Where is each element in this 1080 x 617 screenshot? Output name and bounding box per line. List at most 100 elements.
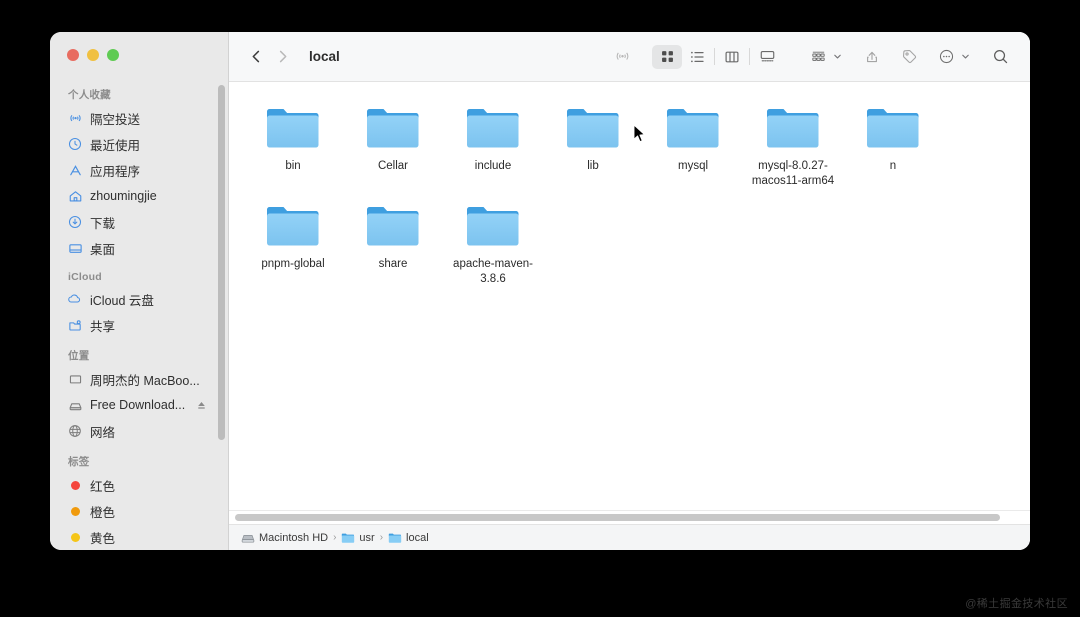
sidebar-item-label: 下载: [90, 216, 116, 231]
folder-icon: [364, 202, 422, 250]
sidebar-item-network[interactable]: 网络: [50, 418, 229, 444]
watermark: @稀土掘金技术社区: [965, 598, 1068, 610]
file-item[interactable]: lib: [543, 96, 643, 194]
sidebar-item-free-download[interactable]: Free Download...: [50, 392, 229, 418]
path-separator: ›: [333, 532, 337, 543]
path-segment-label: usr: [359, 531, 375, 544]
sidebar-section-locations-title: 位置: [68, 350, 90, 362]
group-by-button[interactable]: [804, 44, 832, 70]
clock-icon: [67, 136, 83, 152]
list-view-button[interactable]: [682, 45, 712, 69]
downloads-icon: [67, 214, 83, 230]
horizontal-scrollbar-thumb[interactable]: [235, 514, 1001, 521]
share-button[interactable]: [858, 44, 886, 70]
sidebar-item-label: 共享: [90, 319, 116, 334]
applications-icon: [67, 162, 83, 178]
file-item[interactable]: Cellar: [343, 96, 443, 194]
file-item[interactable]: bin: [243, 96, 343, 194]
sidebar-scrollbar[interactable]: [218, 85, 225, 440]
more-button[interactable]: [932, 44, 960, 70]
folder-icon: [864, 104, 922, 152]
sidebar-item-tag-orange[interactable]: 橙色: [50, 498, 229, 524]
file-item[interactable]: pnpm-global: [243, 194, 343, 292]
tag-dot-icon: [67, 477, 83, 493]
home-icon: [67, 188, 83, 204]
sidebar-item-label: 隔空投送: [90, 112, 141, 127]
forward-button[interactable]: [269, 44, 295, 70]
sidebar-section-icloud-title: iCloud: [68, 271, 102, 283]
laptop-icon: [67, 371, 83, 387]
file-item[interactable]: mysql: [643, 96, 743, 194]
folder-icon: [764, 104, 822, 152]
file-label: mysql: [677, 160, 709, 172]
sidebar-item-label: zhoumingjie: [90, 189, 157, 203]
shared-folder-icon: [67, 317, 83, 333]
file-label: n: [889, 160, 897, 172]
eject-icon[interactable]: [196, 400, 207, 411]
sidebar-section-tags-title: 标签: [68, 456, 90, 468]
airdrop-icon[interactable]: [608, 44, 636, 70]
desktop-icon: [67, 240, 83, 256]
sidebar-item-desktop[interactable]: 桌面: [50, 235, 229, 261]
file-label: lib: [587, 160, 599, 172]
icon-view-button[interactable]: [652, 44, 682, 69]
airdrop-icon: [67, 110, 83, 126]
file-label: include: [474, 160, 512, 172]
toolbar-divider: [749, 48, 750, 65]
file-item[interactable]: apache-maven-3.8.6: [443, 194, 543, 292]
sidebar-item-macbook[interactable]: 周明杰的 MacBoo...: [50, 366, 229, 392]
sidebar-item-shared[interactable]: 共享: [50, 312, 229, 338]
sidebar-item-label: 桌面: [90, 242, 116, 257]
file-label: bin: [285, 160, 301, 172]
maximize-button[interactable]: [107, 48, 119, 61]
folder-icon: [564, 104, 622, 152]
network-icon: [67, 423, 83, 439]
path-segment-label: Macintosh HD: [259, 531, 329, 544]
sidebar-item-applications[interactable]: 应用程序: [50, 157, 229, 183]
sidebar-item-label: Free Download...: [90, 398, 186, 412]
tag-dot-icon: [67, 503, 83, 519]
sidebar-item-icloud-drive[interactable]: iCloud 云盘: [50, 286, 229, 312]
file-item[interactable]: mysql-8.0.27-macos11-arm64: [743, 96, 843, 194]
sidebar-item-recents[interactable]: 最近使用: [50, 131, 229, 157]
sidebar-item-label: 网络: [90, 425, 116, 440]
tag-dot-icon: [67, 529, 83, 545]
path-segment-macintosh-hd[interactable]: Macintosh HD: [241, 531, 328, 544]
folder-icon: [464, 104, 522, 152]
path-segment-usr[interactable]: usr: [341, 531, 375, 544]
file-item[interactable]: n: [843, 96, 943, 194]
window-controls: [50, 32, 229, 77]
folder-icon: [664, 104, 722, 152]
sidebar-item-airdrop[interactable]: 隔空投送: [50, 105, 229, 131]
sidebar-item-tag-yellow[interactable]: 黄色: [50, 524, 229, 550]
tag-button[interactable]: [895, 44, 923, 70]
horizontal-scrollbar-track[interactable]: [229, 510, 1030, 524]
sidebar-item-downloads[interactable]: 下载: [50, 209, 229, 235]
file-item[interactable]: include: [443, 96, 543, 194]
sidebar-item-label: 红色: [90, 479, 116, 494]
back-button[interactable]: [243, 44, 269, 70]
file-grid-area[interactable]: bin Cellar include lib mysql mysql-8.0.2…: [229, 82, 1030, 510]
path-segment-label: local: [406, 531, 429, 544]
column-view-button[interactable]: [717, 45, 747, 69]
sidebar-item-tag-red[interactable]: 红色: [50, 472, 229, 498]
chevron-down-icon[interactable]: [961, 52, 970, 61]
page-title: local: [309, 49, 340, 64]
sidebar-item-home[interactable]: zhoumingjie: [50, 183, 229, 209]
view-switcher: [652, 44, 782, 69]
sidebar-item-label: 黄色: [90, 531, 116, 546]
close-button[interactable]: [67, 48, 79, 61]
folder-icon: [388, 531, 402, 544]
folder-icon: [364, 104, 422, 152]
sidebar-list: 个人收藏 隔空投送 最近使用 应用程序 zhoumingjie 下载 桌面 iC…: [50, 87, 229, 550]
sidebar-item-label: 周明杰的 MacBoo...: [90, 373, 200, 388]
sidebar-item-label: 橙色: [90, 505, 116, 520]
path-segment-local[interactable]: local: [388, 531, 429, 544]
chevron-down-icon[interactable]: [833, 52, 842, 61]
search-button[interactable]: [986, 44, 1014, 70]
minimize-button[interactable]: [87, 48, 99, 61]
file-item[interactable]: share: [343, 194, 443, 292]
folder-icon: [264, 202, 322, 250]
gallery-view-button[interactable]: [752, 45, 782, 69]
folder-icon: [341, 531, 355, 544]
